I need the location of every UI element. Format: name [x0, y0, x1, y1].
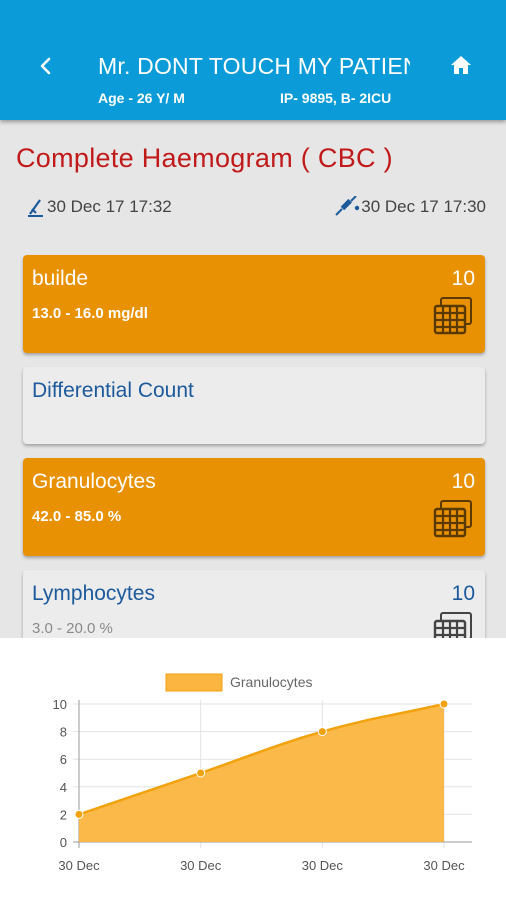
result-value: 10: [451, 267, 475, 290]
history-grid-icon[interactable]: [433, 500, 473, 538]
chevron-left-icon[interactable]: [30, 50, 62, 82]
result-range: 42.0 - 85.0 %: [32, 508, 122, 525]
collected-time-text: 30 Dec 17 17:32: [47, 197, 172, 216]
sample-collection-icon: [28, 199, 43, 217]
trend-chart-panel: Granulocytes 0 2 4 6 8 10 30 Dec 30 Dec 30 Dec 30 …: [0, 638, 506, 900]
result-card-granulocytes[interactable]: Granulocytes 42.0 - 85.0 % 10: [23, 458, 485, 556]
y-tick-label: 10: [53, 697, 67, 712]
y-tick-label: 6: [60, 752, 67, 767]
data-point: [196, 768, 206, 778]
data-point: [439, 699, 449, 709]
result-name: Granulocytes: [32, 470, 156, 493]
result-value: 10: [451, 582, 475, 605]
legend-label: Granulocytes: [230, 674, 312, 690]
patient-age: Age - 26 Y/ M: [98, 90, 185, 106]
home-icon[interactable]: [446, 50, 476, 80]
collected-time: 30 Dec 17 17:32: [26, 196, 172, 218]
x-tick-label: 30 Dec: [423, 858, 465, 873]
syringe-icon: [335, 196, 360, 216]
data-point: [74, 809, 84, 819]
series-area-granulocytes: [79, 704, 444, 842]
x-tick-label: 30 Dec: [180, 858, 222, 873]
result-value: 10: [451, 470, 475, 493]
y-tick-label: 4: [60, 780, 67, 795]
y-tick-label: 0: [60, 835, 67, 850]
patient-name: Mr. DONT TOUCH MY PATIENT: [98, 53, 410, 79]
y-tick-label: 8: [60, 725, 67, 740]
section-title: Differential Count: [32, 379, 194, 402]
y-tick-label: 2: [60, 807, 67, 822]
app-header: Mr. DONT TOUCH MY PATIENT Age - 26 Y/ M …: [0, 0, 506, 120]
section-differential-count: Differential Count: [23, 367, 485, 444]
reported-time: 30 Dec 17 17:30: [334, 196, 486, 218]
legend-swatch: [165, 673, 223, 692]
x-tick-label: 30 Dec: [58, 858, 100, 873]
data-point: [317, 727, 327, 737]
history-grid-icon[interactable]: [433, 297, 473, 335]
reported-time-text: 30 Dec 17 17:30: [361, 197, 486, 216]
result-range: 3.0 - 20.0 %: [32, 620, 113, 637]
result-name: builde: [32, 267, 89, 290]
test-title: Complete Haemogram ( CBC ): [16, 143, 393, 173]
x-tick-label: 30 Dec: [302, 858, 344, 873]
patient-ip-bed: IP- 9895, B- 2ICU: [280, 90, 392, 106]
trend-chart: Granulocytes 0 2 4 6 8 10 30 Dec 30 Dec 30 Dec 30 …: [53, 673, 472, 873]
result-range: 13.0 - 16.0 mg/dl: [32, 305, 148, 322]
result-name: Lymphocytes: [32, 582, 155, 605]
result-card-builde[interactable]: builde 13.0 - 16.0 mg/dl 10: [23, 255, 485, 353]
